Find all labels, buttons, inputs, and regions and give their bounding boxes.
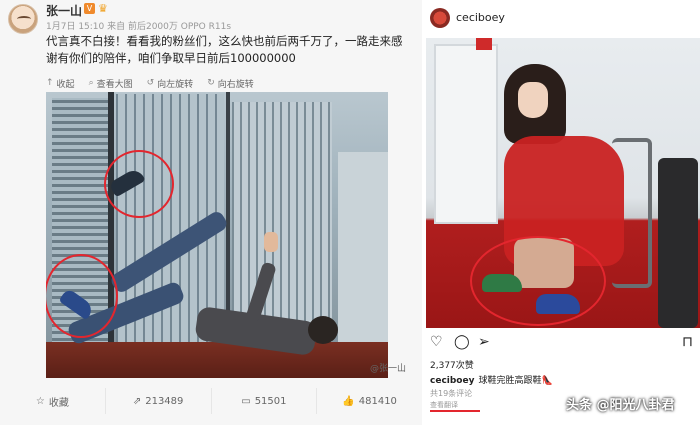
wall-accent xyxy=(476,38,492,50)
view-large-label: 查看大图 xyxy=(96,79,133,90)
caption: ceciboey 球鞋完胜高跟鞋👠 xyxy=(430,373,553,386)
view-comments-link[interactable]: 共19条评论 xyxy=(430,388,472,399)
send-icon[interactable]: ➢ xyxy=(478,334,490,350)
suitcase xyxy=(658,158,698,328)
translate-link[interactable]: 查看翻译 xyxy=(430,400,458,410)
like-count: 481410 xyxy=(358,395,397,407)
building xyxy=(232,102,332,342)
building xyxy=(338,152,388,342)
comment-count: 51501 xyxy=(254,395,287,407)
post-actions: ☆ 收藏 ⇗ 213489 ▭ 51501 👍 481410 xyxy=(0,388,422,414)
avatar[interactable] xyxy=(8,4,38,34)
avatar[interactable] xyxy=(430,8,450,28)
annotation-circle xyxy=(46,254,118,338)
like-button[interactable]: 👍 481410 xyxy=(317,388,422,414)
favorite-button[interactable]: ☆ 收藏 xyxy=(0,388,106,414)
caption-username[interactable]: ceciboey xyxy=(430,376,474,386)
collapse-icon: ↑ xyxy=(46,78,54,88)
verified-badge-icon: V xyxy=(84,3,95,14)
collapse-label: 收起 xyxy=(56,79,75,90)
view-large-button[interactable]: ⌕ 查看大图 xyxy=(89,76,133,90)
post-photo[interactable] xyxy=(426,38,700,328)
annotation-underline xyxy=(430,410,480,412)
star-icon: ☆ xyxy=(35,395,45,407)
post-icon-bar: ♡ ◯ ➢ ⊓ xyxy=(430,334,696,352)
post-meta: 1月7日 15:10 来自 前后2000万 OPPO R11s xyxy=(46,22,232,32)
repost-count: 213489 xyxy=(145,395,184,407)
zoom-icon: ⌕ xyxy=(88,78,94,88)
rotate-right-label: 向右旋转 xyxy=(217,79,254,90)
instagram-post: ceciboey ♡ ◯ ➢ ⊓ 2,377次赞 ceciboey 球鞋完胜高跟鞋… xyxy=(426,0,700,425)
window-frame xyxy=(108,92,114,378)
collapse-button[interactable]: ↑ 收起 xyxy=(46,76,75,90)
photo-watermark: @张一山 xyxy=(370,364,407,374)
caption-text: 球鞋完胜高跟鞋👠 xyxy=(478,376,553,386)
annotation-circle xyxy=(470,236,606,326)
crown-icon: ♛ xyxy=(98,2,108,15)
heart-icon[interactable]: ♡ xyxy=(430,334,443,350)
comment-icon[interactable]: ◯ xyxy=(454,334,470,350)
comment-button[interactable]: ▭ 51501 xyxy=(212,388,318,414)
share-icon: ⇗ xyxy=(132,395,142,407)
image-toolbar: ↑ 收起 ⌕ 查看大图 ↺ 向左旋转 ↻ 向右旋转 xyxy=(46,76,254,90)
source-watermark: 头条 @阳光八卦君 xyxy=(566,398,675,413)
favorite-label: 收藏 xyxy=(48,397,69,409)
author-name[interactable]: 张一山 xyxy=(46,2,82,19)
weibo-post: 张一山 V ♛ 1月7日 15:10 来自 前后2000万 OPPO R11s … xyxy=(0,0,422,425)
like-icon: 👍 xyxy=(342,395,355,407)
bookmark-icon[interactable]: ⊓ xyxy=(682,334,693,350)
post-text: 代言真不白接！看看我的粉丝们，这么快也前后两千万了，一路走来感谢有你们的陪伴，咱… xyxy=(46,34,403,65)
repost-button[interactable]: ⇗ 213489 xyxy=(106,388,212,414)
rotate-left-label: 向左旋转 xyxy=(157,79,194,90)
rotate-left-icon: ↺ xyxy=(146,78,155,88)
like-count[interactable]: 2,377次赞 xyxy=(430,358,474,371)
person-hand xyxy=(264,232,278,252)
annotation-circle xyxy=(104,150,174,218)
post-photo[interactable] xyxy=(46,92,388,378)
person-face xyxy=(518,82,548,118)
rotate-left-button[interactable]: ↺ 向左旋转 xyxy=(147,76,194,90)
comment-icon: ▭ xyxy=(241,395,251,407)
rotate-right-icon: ↻ xyxy=(207,78,215,88)
window-sill xyxy=(46,342,388,378)
wall-panel xyxy=(434,44,498,224)
username[interactable]: ceciboey xyxy=(456,11,505,24)
person-head xyxy=(308,316,338,344)
rotate-right-button[interactable]: ↻ 向右旋转 xyxy=(207,76,254,90)
